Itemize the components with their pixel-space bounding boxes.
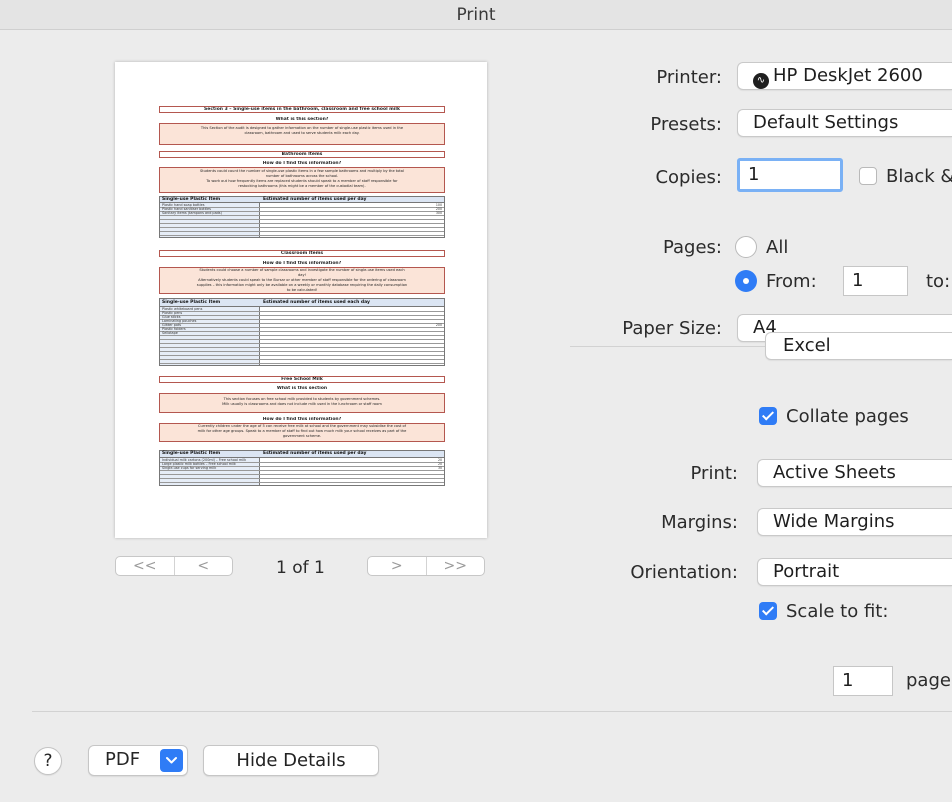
pages-label: Pages: [662,237,722,258]
black-and-white-label: Black & [886,166,952,187]
preview-milk-what-heading: What is this section [276,386,328,391]
scale-pages-unit: page [906,670,951,691]
margins-select[interactable]: Wide Margins [757,508,952,536]
copies-label: Copies: [655,167,722,188]
printer-select[interactable]: ∿ HP DeskJet 2600 [737,62,952,90]
printer-label: Printer: [656,67,722,88]
preview-nav-back-group: << < [115,556,233,576]
print-what-select[interactable]: Active Sheets [757,459,952,487]
preview-text: Milk usually is classrooms and does not … [222,402,382,406]
preview-classroom-table: Single-use Plastic Item Estimated number… [159,298,445,366]
preview-bathroom-title: Bathroom Items [281,152,323,157]
orientation-select[interactable]: Portrait [757,558,952,586]
presets-select[interactable]: Default Settings [737,109,952,137]
margins-label: Margins: [661,512,738,533]
scale-to-fit-label: Scale to fit: [786,601,889,622]
pages-from-label: From: [766,271,817,292]
pages-from-radio[interactable] [735,270,757,292]
preview-text: to be calculated! [286,288,318,292]
previous-page-button[interactable]: < [173,557,233,575]
preview-text: government scheme. [282,434,322,438]
last-page-button[interactable]: >> [425,557,485,575]
preview-what-heading: What is this section? [275,117,329,122]
pdf-label: PDF [105,749,141,770]
preview-find-heading: How do I find this information? [262,161,342,166]
pages-all-radio[interactable] [735,236,757,258]
preview-text: classroom, bathroom and used to serve st… [244,131,360,135]
pages-all-label: All [766,237,789,258]
scale-pages-input[interactable]: 1 [833,666,893,696]
preview-nav-forward-group: > >> [367,556,485,576]
window-title: Print [0,0,952,30]
footer-divider [32,711,952,712]
pages-to-label: to: [926,271,951,292]
chevron-down-icon[interactable] [160,749,183,772]
paper-size-label: Paper Size: [622,318,722,339]
app-section-select[interactable]: Excel [765,332,952,360]
preview-find-heading: How do I find this information? [262,417,342,422]
pages-from-input[interactable]: 1 [843,266,908,296]
collate-label: Collate pages [786,406,909,427]
help-button[interactable]: ? [34,747,62,775]
orientation-label: Orientation: [630,562,738,583]
preview-text: restocking bathrooms (this might be a me… [238,184,366,188]
print-label: Print: [690,463,738,484]
preview-find-heading: How do I find this information? [262,261,342,266]
presets-label: Presets: [650,114,722,135]
preview-milk-title: Free School Milk [281,377,323,382]
scale-to-fit-checkbox[interactable] [759,602,777,620]
print-preview-page: Section 3 – Single-use items in the bath… [115,62,487,538]
black-and-white-checkbox[interactable] [859,167,877,185]
collate-checkbox[interactable] [759,407,777,425]
next-page-button[interactable]: > [368,557,426,575]
printer-status-icon: ∿ [753,73,769,89]
first-page-button[interactable]: << [116,557,174,575]
section-divider [570,346,765,347]
hide-details-button[interactable]: Hide Details [203,745,379,776]
preview-bathroom-table: Single-use Plastic Item Estimated number… [159,196,445,238]
preview-classroom-title: Classroom Items [280,251,324,256]
copies-input[interactable]: 1 [737,158,843,192]
preview-section-title: Section 3 – Single-use items in the bath… [204,107,400,112]
printer-name: HP DeskJet 2600 [773,65,923,86]
page-indicator: 1 of 1 [276,558,325,578]
preview-milk-table: Single-use Plastic Item Estimated number… [159,450,445,486]
pdf-menu-button[interactable]: PDF [88,745,188,776]
